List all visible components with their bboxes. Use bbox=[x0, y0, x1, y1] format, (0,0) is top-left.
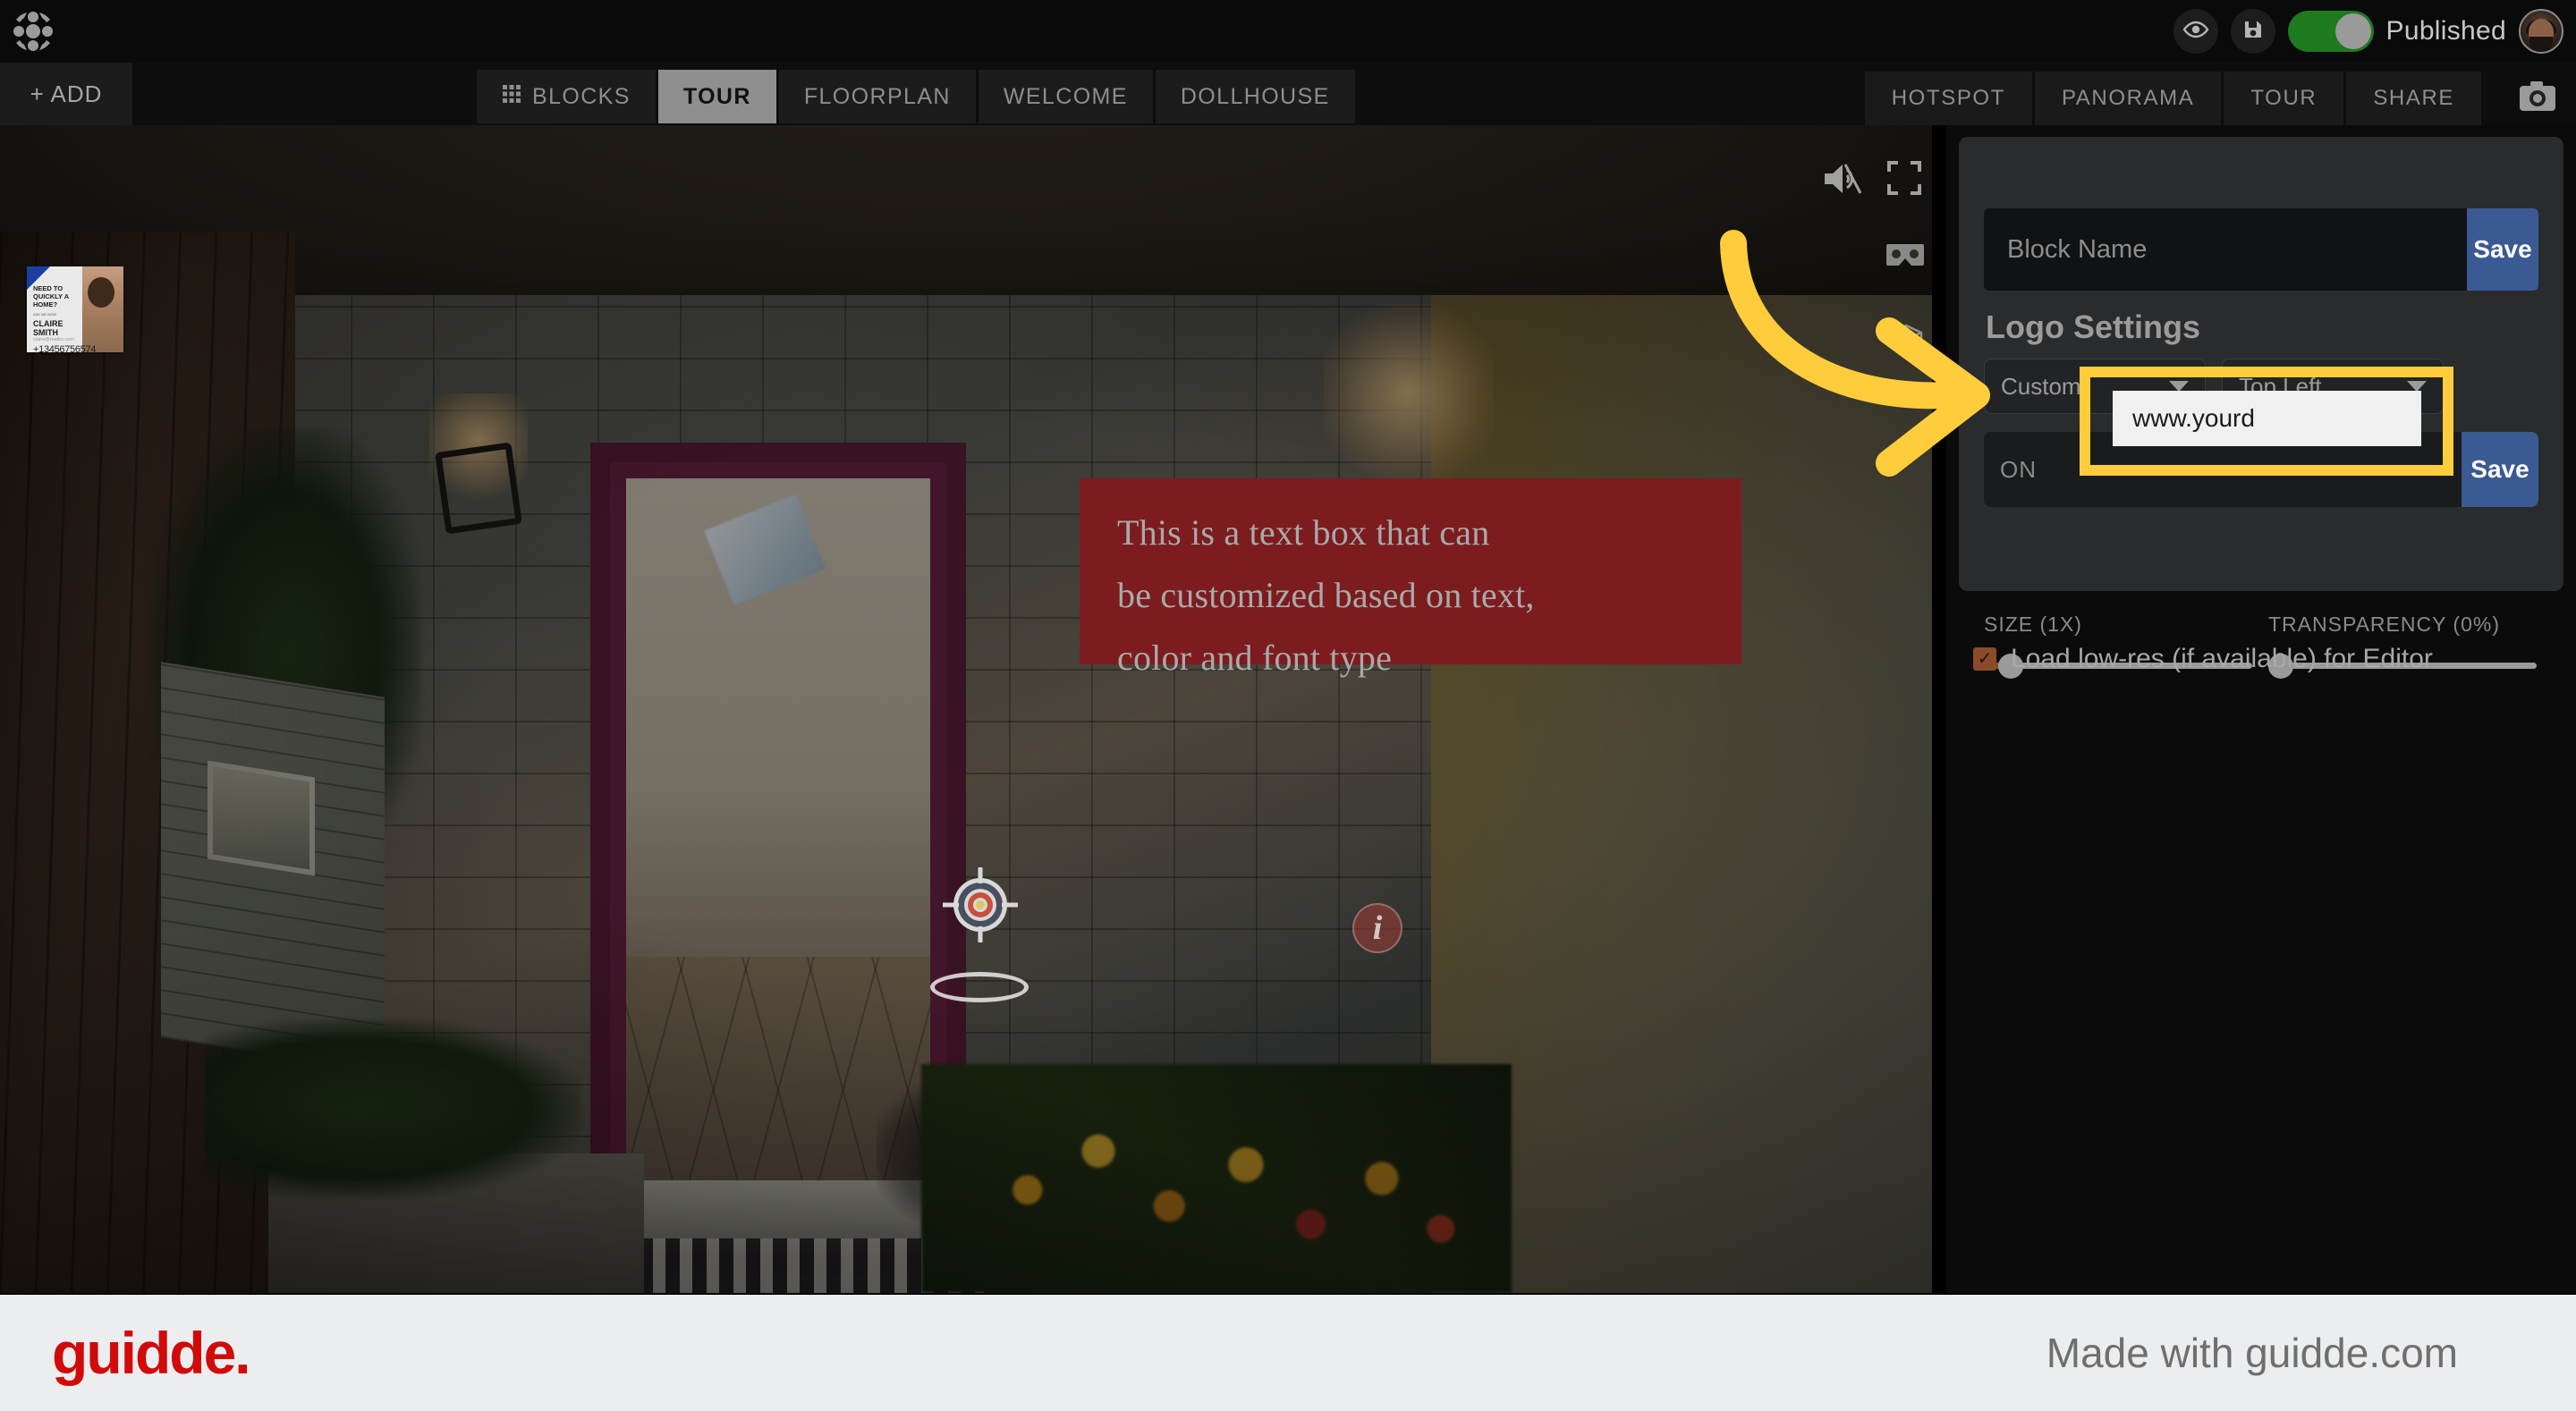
guidde-footer: guidde. Made with guidde.com bbox=[0, 1295, 2576, 1411]
avatar[interactable] bbox=[2519, 9, 2563, 54]
tab-floorplan[interactable]: FLOORPLAN bbox=[778, 70, 976, 123]
save-button[interactable] bbox=[2230, 9, 2275, 54]
guidde-logo: guidde. bbox=[52, 1320, 251, 1386]
made-with-label: Made with guidde.com bbox=[2046, 1330, 2458, 1376]
tab-dollhouse-label: DOLLHOUSE bbox=[1180, 83, 1330, 109]
center-tab-group: BLOCKS TOUR FLOORPLAN WELCOME DOLLHOUSE bbox=[477, 70, 1358, 123]
tab-share[interactable]: SHARE bbox=[2346, 72, 2481, 125]
size-label: SIZE (1X) bbox=[1984, 613, 2082, 636]
text-box-line-3: color and font type bbox=[1117, 638, 1393, 678]
panorama-image bbox=[0, 125, 1932, 1293]
avatar-beard bbox=[2529, 36, 2553, 52]
logo-url-input[interactable]: www.yourd bbox=[2113, 391, 2421, 446]
tab-tour-label: TOUR bbox=[682, 83, 751, 109]
info-hotspot[interactable]: i bbox=[1352, 903, 1402, 953]
preview-button[interactable] bbox=[2173, 9, 2218, 54]
camera-icon bbox=[2518, 79, 2557, 119]
logo-card-name: CLAIRE SMITH bbox=[33, 319, 64, 337]
tab-tour-right[interactable]: TOUR bbox=[2224, 72, 2344, 125]
tour-logo-card[interactable]: NEED TO QUICKLY A HOME? ASK ME NOW CLAIR… bbox=[27, 266, 123, 352]
tab-blocks-label: BLOCKS bbox=[532, 83, 631, 109]
tab-panorama-label: PANORAMA bbox=[2061, 86, 2195, 110]
load-lowres-row[interactable]: ✓ Load low-res (if available) for Editor bbox=[1973, 644, 2433, 674]
load-lowres-label: Load low-res (if available) for Editor bbox=[2011, 644, 2433, 673]
logo-url-save-button[interactable]: Save bbox=[2462, 432, 2538, 507]
top-bar-actions: Published bbox=[2173, 0, 2563, 63]
block-name-save-button[interactable]: Save bbox=[2467, 208, 2538, 291]
grid-icon bbox=[502, 84, 521, 110]
tab-blocks[interactable]: BLOCKS bbox=[477, 70, 656, 123]
floppy-disk-icon bbox=[2242, 19, 2264, 45]
floor-navigation-ring[interactable] bbox=[930, 972, 1029, 1002]
panorama-viewport[interactable]: NEED TO QUICKLY A HOME? ASK ME NOW CLAIR… bbox=[0, 125, 1932, 1293]
tab-hotspot[interactable]: HOTSPOT bbox=[1864, 72, 2032, 125]
panel-tab-group: HOTSPOT PANORAMA TOUR SHARE bbox=[1864, 72, 2484, 125]
tab-dollhouse[interactable]: DOLLHOUSE bbox=[1155, 70, 1355, 123]
curved-arrow-annotation bbox=[1720, 230, 1990, 477]
tab-welcome-label: WELCOME bbox=[1003, 83, 1128, 109]
add-button[interactable]: + ADD bbox=[0, 63, 132, 125]
target-reticle-hotspot[interactable] bbox=[941, 866, 1020, 944]
top-bar: Published bbox=[0, 0, 2576, 63]
tab-floorplan-label: FLOORPLAN bbox=[803, 83, 951, 109]
logo-card-sub: ASK ME NOW bbox=[33, 312, 57, 317]
logo-card-email: claire@realtor.com bbox=[33, 337, 74, 342]
tab-tour[interactable]: TOUR bbox=[657, 70, 776, 123]
logo-card-phone: +13456756574 bbox=[33, 344, 97, 352]
block-name-row: Save bbox=[1984, 208, 2538, 291]
tour-text-box[interactable]: This is a text box that can be customize… bbox=[1080, 478, 1741, 678]
load-lowres-checkbox[interactable]: ✓ bbox=[1973, 647, 1996, 671]
toggle-knob bbox=[2334, 13, 2371, 49]
logo-card-headline: NEED TO QUICKLY A HOME? bbox=[33, 284, 69, 308]
add-button-label: + ADD bbox=[30, 80, 103, 107]
mute-icon[interactable] bbox=[1821, 161, 1862, 201]
text-box-line-2: be customized based on text, bbox=[1117, 575, 1535, 615]
eye-icon bbox=[2182, 21, 2209, 43]
logo-card-text: NEED TO QUICKLY A HOME? ASK ME NOW CLAIR… bbox=[33, 284, 97, 352]
text-box-line-1: This is a text box that can bbox=[1117, 512, 1490, 553]
camera-button[interactable] bbox=[2517, 79, 2558, 118]
transparency-label: TRANSPARENCY (0%) bbox=[2268, 613, 2500, 636]
tab-share-label: SHARE bbox=[2373, 86, 2454, 110]
panorama-sphere-logo[interactable] bbox=[9, 7, 57, 55]
tab-welcome[interactable]: WELCOME bbox=[978, 70, 1153, 123]
slider-labels: SIZE (1X) TRANSPARENCY (0%) bbox=[1984, 613, 2538, 637]
tab-panorama[interactable]: PANORAMA bbox=[2034, 72, 2222, 125]
tab-tour-right-label: TOUR bbox=[2250, 86, 2318, 110]
tab-hotspot-label: HOTSPOT bbox=[1891, 86, 2005, 110]
published-toggle[interactable] bbox=[2287, 11, 2374, 52]
published-label: Published bbox=[2385, 16, 2506, 46]
fullscreen-icon[interactable] bbox=[1887, 161, 1921, 199]
